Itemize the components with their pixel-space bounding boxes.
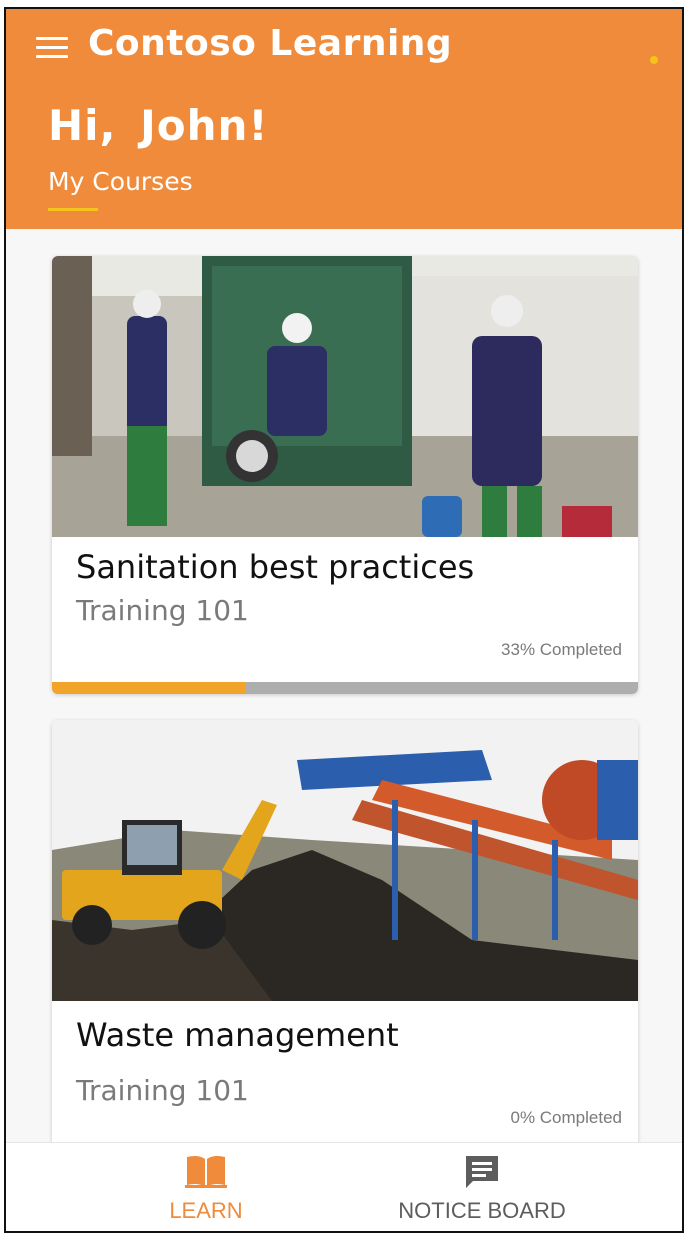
message-icon: [463, 1153, 501, 1196]
course-image-waste: [52, 720, 638, 1001]
nav-label: NOTICE BOARD: [398, 1198, 566, 1223]
tab-my-courses[interactable]: My Courses: [48, 167, 193, 196]
course-subtitle: Training 101: [76, 1074, 249, 1107]
nav-learn[interactable]: LEARN: [56, 1143, 356, 1231]
course-card-waste[interactable]: Waste management Training 101 0% Complet…: [52, 720, 638, 1160]
menu-icon[interactable]: [36, 37, 68, 59]
bottom-nav: LEARN NOTICE BOARD: [6, 1142, 682, 1231]
course-subtitle: Training 101: [76, 594, 249, 627]
course-image-sanitation: [52, 256, 638, 537]
book-icon: [185, 1153, 227, 1194]
notification-dot-icon: [650, 56, 658, 64]
progress-bar: [52, 682, 638, 694]
app-header: Contoso Learning Hi, John! My Courses: [6, 9, 682, 229]
course-title: Waste management: [76, 1016, 399, 1054]
progress-text: 0% Completed: [510, 1108, 622, 1127]
progress-bar-fill: [52, 682, 246, 694]
greeting: Hi, John!: [48, 101, 269, 150]
tab-indicator: [48, 208, 98, 211]
app-screen: Contoso Learning Hi, John! My Courses Sa…: [4, 7, 684, 1233]
nav-notice-board[interactable]: NOTICE BOARD: [332, 1143, 632, 1231]
app-title: Contoso Learning: [88, 23, 453, 64]
course-title: Sanitation best practices: [76, 548, 475, 586]
nav-label: LEARN: [169, 1198, 243, 1223]
progress-text: 33% Completed: [501, 640, 622, 659]
course-card-sanitation[interactable]: Sanitation best practices Training 101 3…: [52, 256, 638, 694]
